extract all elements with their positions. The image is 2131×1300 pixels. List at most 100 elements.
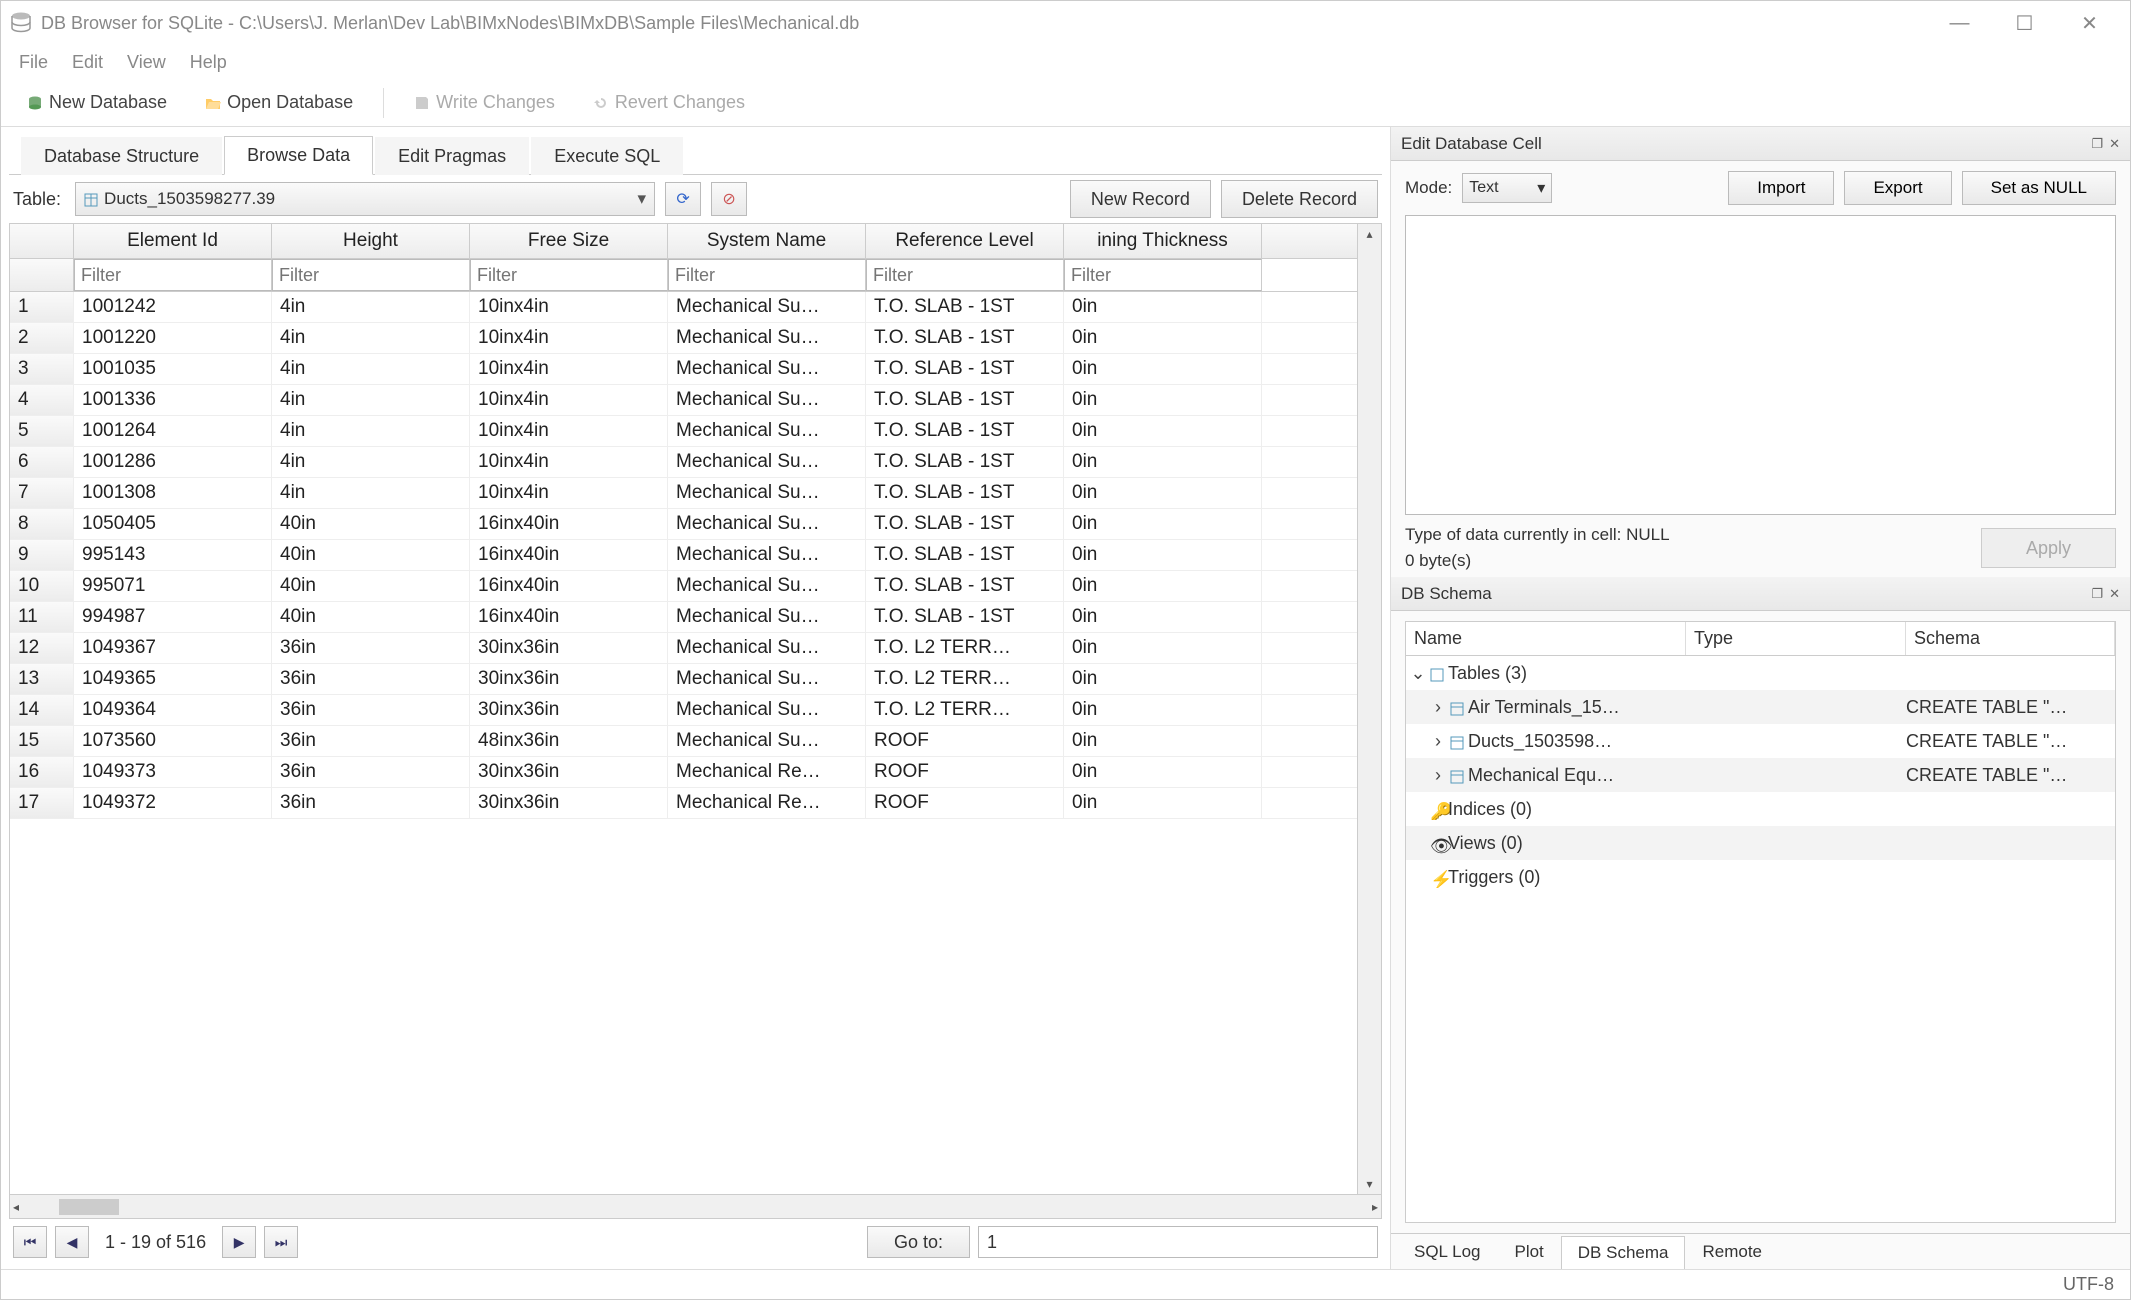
tab-plot[interactable]: Plot <box>1497 1235 1560 1269</box>
filter-input[interactable] <box>669 260 865 290</box>
cell[interactable]: 4in <box>272 292 470 322</box>
cell[interactable]: 1073560 <box>74 726 272 756</box>
cell[interactable]: 0in <box>1064 478 1262 508</box>
close-button[interactable]: ✕ <box>2057 1 2122 45</box>
cell[interactable]: 48inx36in <box>470 726 668 756</box>
export-button[interactable]: Export <box>1844 171 1951 205</box>
cell[interactable]: Mechanical Su… <box>668 416 866 446</box>
cell[interactable]: 10inx4in <box>470 385 668 415</box>
cell[interactable]: 10inx4in <box>470 478 668 508</box>
table-row[interactable]: 8105040540in16inx40inMechanical Su…T.O. … <box>10 509 1381 540</box>
cell[interactable]: 1001035 <box>74 354 272 384</box>
cell[interactable]: 1049367 <box>74 633 272 663</box>
undock-icon[interactable]: ❐ <box>2091 136 2103 152</box>
filter-input[interactable] <box>273 260 469 290</box>
cell[interactable]: Mechanical Su… <box>668 447 866 477</box>
cell[interactable]: 0in <box>1064 323 1262 353</box>
tab-execute-sql[interactable]: Execute SQL <box>531 137 683 175</box>
cell[interactable]: Mechanical Su… <box>668 323 866 353</box>
cell[interactable]: 0in <box>1064 571 1262 601</box>
menu-view[interactable]: View <box>117 48 176 77</box>
cell[interactable]: Mechanical Su… <box>668 478 866 508</box>
table-row[interactable]: 16104937336in30inx36inMechanical Re…ROOF… <box>10 757 1381 788</box>
cell[interactable]: T.O. SLAB - 1ST <box>866 540 1064 570</box>
tab-remote[interactable]: Remote <box>1685 1235 1779 1269</box>
cell[interactable]: 36in <box>272 726 470 756</box>
cell[interactable]: 1001242 <box>74 292 272 322</box>
cell[interactable]: 995071 <box>74 571 272 601</box>
cell[interactable]: 36in <box>272 757 470 787</box>
cell[interactable]: 40in <box>272 571 470 601</box>
maximize-button[interactable]: ☐ <box>1992 1 2057 45</box>
cell[interactable]: T.O. SLAB - 1ST <box>866 354 1064 384</box>
close-panel-icon[interactable]: ✕ <box>2109 136 2120 152</box>
cell[interactable]: 30inx36in <box>470 633 668 663</box>
cell[interactable]: 0in <box>1064 664 1262 694</box>
cell[interactable]: 1049372 <box>74 788 272 818</box>
horizontal-scrollbar[interactable]: ◂▸ <box>10 1194 1381 1218</box>
cell[interactable]: T.O. SLAB - 1ST <box>866 509 1064 539</box>
cell[interactable]: 4in <box>272 385 470 415</box>
cell[interactable]: 4in <box>272 354 470 384</box>
cell[interactable]: T.O. SLAB - 1ST <box>866 602 1064 632</box>
refresh-button[interactable]: ⟳ <box>665 182 701 216</box>
cell[interactable]: 0in <box>1064 695 1262 725</box>
column-header[interactable]: Free Size <box>470 224 668 258</box>
cell[interactable]: 0in <box>1064 447 1262 477</box>
filter-input[interactable] <box>1065 260 1261 290</box>
cell[interactable]: 0in <box>1064 788 1262 818</box>
set-null-button[interactable]: Set as NULL <box>1962 171 2116 205</box>
cell[interactable]: 4in <box>272 478 470 508</box>
table-row[interactable]: 510012644in10inx4inMechanical Su…T.O. SL… <box>10 416 1381 447</box>
menu-help[interactable]: Help <box>180 48 237 77</box>
close-panel-icon[interactable]: ✕ <box>2109 586 2120 602</box>
cell[interactable]: 1050405 <box>74 509 272 539</box>
write-changes-button[interactable]: Write Changes <box>400 86 569 119</box>
filter-input[interactable] <box>867 260 1063 290</box>
cell[interactable]: 0in <box>1064 602 1262 632</box>
cell[interactable]: 10inx4in <box>470 447 668 477</box>
cell[interactable]: 40in <box>272 602 470 632</box>
new-record-button[interactable]: New Record <box>1070 180 1211 218</box>
cell[interactable]: 16inx40in <box>470 571 668 601</box>
cell[interactable]: T.O. SLAB - 1ST <box>866 416 1064 446</box>
cell[interactable]: T.O. L2 TERR… <box>866 633 1064 663</box>
schema-tree[interactable]: ⌄Tables (3) ›Air Terminals_15… CREATE TA… <box>1406 656 2115 1222</box>
tab-sql-log[interactable]: SQL Log <box>1397 1235 1497 1269</box>
cell[interactable]: T.O. L2 TERR… <box>866 664 1064 694</box>
next-page-button[interactable]: ▶ <box>222 1226 256 1258</box>
cell[interactable]: 30inx36in <box>470 757 668 787</box>
cell[interactable]: Mechanical Su… <box>668 509 866 539</box>
cell[interactable]: 4in <box>272 323 470 353</box>
cell[interactable]: Mechanical Re… <box>668 757 866 787</box>
cell[interactable]: Mechanical Su… <box>668 602 866 632</box>
table-row[interactable]: 710013084in10inx4inMechanical Su…T.O. SL… <box>10 478 1381 509</box>
cell[interactable]: 10inx4in <box>470 416 668 446</box>
tab-db-schema[interactable]: DB Schema <box>1561 1236 1686 1270</box>
cell[interactable]: 995143 <box>74 540 272 570</box>
cell[interactable]: 36in <box>272 633 470 663</box>
cell[interactable]: Mechanical Su… <box>668 726 866 756</box>
cell[interactable]: 36in <box>272 695 470 725</box>
tab-browse-data[interactable]: Browse Data <box>224 136 373 175</box>
cell[interactable]: 0in <box>1064 540 1262 570</box>
minimize-button[interactable]: — <box>1927 1 1992 45</box>
filter-input[interactable] <box>75 260 271 290</box>
vertical-scrollbar[interactable]: ▴▾ <box>1357 224 1381 1194</box>
mode-dropdown[interactable]: Text ▾ <box>1462 173 1552 203</box>
cell[interactable]: T.O. L2 TERR… <box>866 695 1064 725</box>
apply-button[interactable]: Apply <box>1981 528 2116 568</box>
new-database-button[interactable]: New Database <box>13 86 181 119</box>
cell[interactable]: Mechanical Su… <box>668 292 866 322</box>
prev-page-button[interactable]: ◀ <box>55 1226 89 1258</box>
table-row[interactable]: 210012204in10inx4inMechanical Su…T.O. SL… <box>10 323 1381 354</box>
cell[interactable]: 10inx4in <box>470 354 668 384</box>
cell[interactable]: 1001264 <box>74 416 272 446</box>
schema-col-type[interactable]: Type <box>1686 622 1906 655</box>
cell[interactable]: 0in <box>1064 757 1262 787</box>
cell[interactable]: 30inx36in <box>470 664 668 694</box>
table-row[interactable]: 13104936536in30inx36inMechanical Su…T.O.… <box>10 664 1381 695</box>
column-header[interactable]: System Name <box>668 224 866 258</box>
cell[interactable]: T.O. SLAB - 1ST <box>866 447 1064 477</box>
column-header[interactable]: Height <box>272 224 470 258</box>
